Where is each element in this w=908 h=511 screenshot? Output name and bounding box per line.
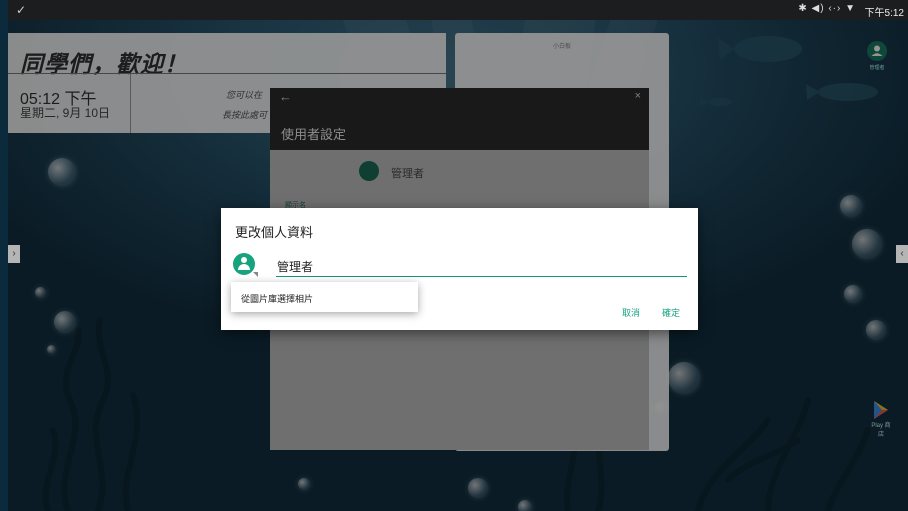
avatar-popup-menu: 從圖片庫選擇相片 [231, 282, 418, 312]
status-time: 下午5:12 [864, 8, 904, 19]
cancel-button[interactable]: 取消 [622, 306, 640, 319]
choose-from-gallery-item[interactable]: 從圖片庫選擇相片 [241, 292, 313, 305]
status-icons: ✱ ◀) ‹·› ▼ [798, 3, 856, 14]
display-name-input[interactable] [276, 256, 687, 277]
profile-avatar-icon[interactable] [233, 253, 258, 277]
check-icon: ✓ [16, 3, 27, 17]
left-nav-arrow[interactable]: › [8, 245, 20, 263]
dialog-title: 更改個人資料 [235, 225, 314, 240]
right-nav-arrow[interactable]: ‹ [896, 245, 908, 263]
status-bar: ✓ ✱ ◀) ‹·› ▼ 下午5:12 [8, 0, 908, 20]
confirm-button[interactable]: 確定 [662, 306, 680, 319]
